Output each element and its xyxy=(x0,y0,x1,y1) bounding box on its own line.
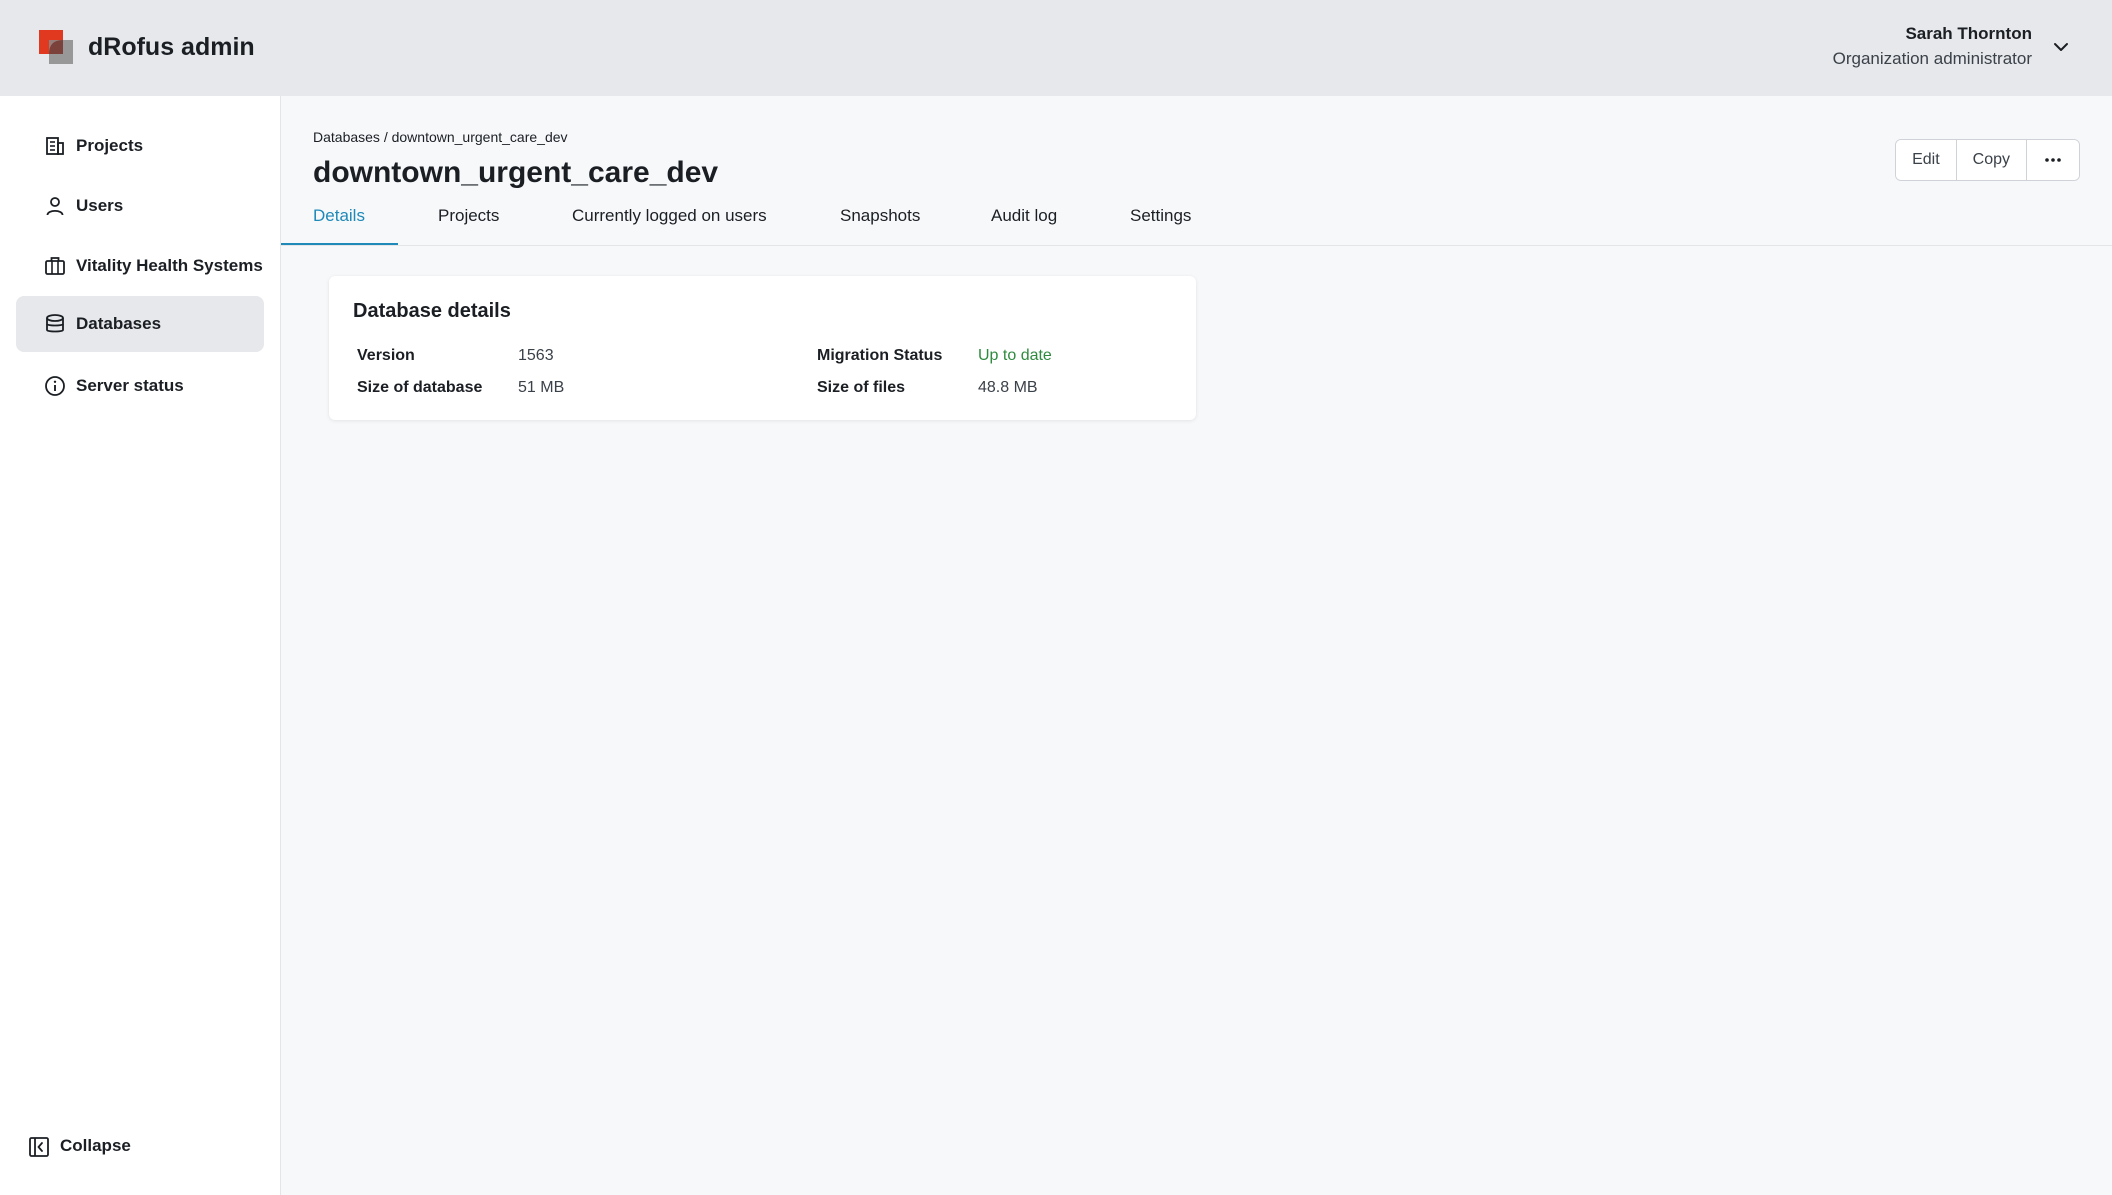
sidebar-item-users[interactable]: Users xyxy=(16,178,264,234)
building-icon xyxy=(46,137,64,155)
page-title: downtown_urgent_care_dev xyxy=(313,156,719,189)
sidebar-item-label: Databases xyxy=(76,314,162,333)
database-icon xyxy=(46,314,64,333)
tab-settings[interactable]: Settings xyxy=(1130,200,1191,246)
sidebar-item-server-status[interactable]: Server status xyxy=(16,358,264,414)
breadcrumb-current: downtown_urgent_care_dev xyxy=(391,129,568,145)
user-role: Organization administrator xyxy=(1832,49,2032,68)
more-horizontal-icon xyxy=(2045,158,2061,162)
database-size-label: Size of database xyxy=(357,379,483,396)
briefcase-icon xyxy=(45,257,65,275)
user-name: Sarah Thornton xyxy=(1905,24,2032,43)
collapse-sidebar-button[interactable]: Collapse xyxy=(16,1126,264,1166)
action-button-group: Edit Copy xyxy=(1895,139,2080,181)
breadcrumb-separator: / xyxy=(379,129,392,145)
tab-projects[interactable]: Projects xyxy=(438,200,499,246)
sidebar-item-databases[interactable]: Databases xyxy=(16,296,264,352)
edit-button[interactable]: Edit xyxy=(1896,140,1957,180)
app-title[interactable]: dRofus admin xyxy=(88,30,255,64)
chevron-down-icon[interactable] xyxy=(2050,36,2072,58)
files-size-label: Size of files xyxy=(817,379,906,396)
sidebar-item-label: Users xyxy=(76,196,124,215)
user-icon xyxy=(46,197,64,216)
top-header: dRofus admin Sarah Thornton Organization… xyxy=(0,0,2112,96)
version-label: Version xyxy=(357,347,415,364)
sidebar: Projects Users Vitality Health Systems D… xyxy=(0,96,281,1195)
migration-status-value: Up to date xyxy=(978,347,1052,364)
collapse-label: Collapse xyxy=(60,1136,131,1155)
tab-bar: Details Projects Currently logged on use… xyxy=(281,200,2112,246)
files-size-value: 48.8 MB xyxy=(978,379,1038,396)
breadcrumb-databases-link[interactable]: Databases xyxy=(313,129,380,145)
version-value: 1563 xyxy=(518,347,554,364)
card-title: Database details xyxy=(353,300,511,322)
tab-audit-log[interactable]: Audit log xyxy=(991,200,1057,246)
database-details-card: Database details Version 1563 Migration … xyxy=(329,276,1196,420)
drofus-logo-icon[interactable] xyxy=(39,30,73,64)
info-icon xyxy=(45,376,65,396)
sidebar-item-projects[interactable]: Projects xyxy=(16,118,264,174)
sidebar-item-label: Vitality Health Systems xyxy=(76,256,263,275)
breadcrumb: Databases / downtown_urgent_care_dev xyxy=(313,128,568,146)
more-actions-button[interactable] xyxy=(2027,140,2079,180)
tab-details[interactable]: Details xyxy=(313,200,365,246)
collapse-sidebar-icon xyxy=(29,1137,49,1157)
sidebar-item-vitality-health-systems[interactable]: Vitality Health Systems xyxy=(16,238,264,294)
sidebar-item-label: Server status xyxy=(76,376,184,395)
user-menu[interactable]: Sarah Thornton Organization administrato… xyxy=(1833,22,2032,72)
tab-currently-logged-on-users[interactable]: Currently logged on users xyxy=(572,200,767,246)
database-size-value: 51 MB xyxy=(518,379,565,396)
tab-snapshots[interactable]: Snapshots xyxy=(840,200,920,246)
sidebar-item-label: Projects xyxy=(76,136,144,155)
copy-button[interactable]: Copy xyxy=(1956,140,2027,180)
migration-status-label: Migration Status xyxy=(817,347,943,364)
active-tab-indicator xyxy=(281,243,398,245)
main-content: Databases / downtown_urgent_care_dev dow… xyxy=(281,96,2112,1195)
